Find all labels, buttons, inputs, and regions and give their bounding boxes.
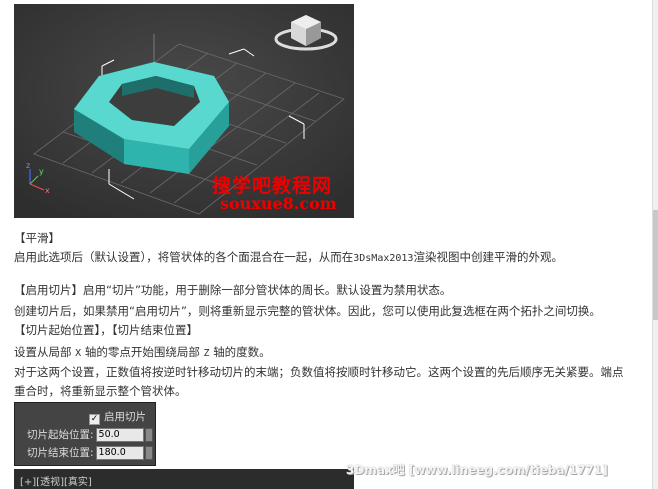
slice-to-label: 切片结束位置: [27, 447, 94, 459]
smooth-desc-before: 启用此选项后（默认设置），将管状体的各个面混合在一起，从而在 [14, 250, 354, 264]
slice-parameters-panel: ✓ 启用切片 切片起始位置: 50.0 切片结束位置: 180.0 [14, 402, 156, 466]
line1-after: 轴的度数。 [213, 345, 271, 359]
image-watermark-url: souxue8.com [220, 194, 337, 213]
slice-to-input[interactable]: 180.0 [95, 446, 144, 460]
smooth-heading: 【平滑】 [14, 231, 60, 245]
site-watermark: 3Dmax吧 [www.lineeg.com/tieba/1771] [346, 463, 608, 477]
tube-viewport-image: z x y 搜学吧教程网 souxue8.com [14, 4, 354, 218]
slice-from-to-line-1: 设置从局部 X 轴的零点开始围绕局部 Z 轴的度数。 [14, 343, 271, 363]
smooth-desc-after: 渲染视图中创建平滑的外观。 [413, 250, 563, 264]
product-name: 3DsMax2013 [353, 253, 414, 264]
line1-mid: 轴的零点开始围绕局部 [84, 345, 200, 359]
slice-to-spinner[interactable] [144, 446, 153, 460]
slice-to-row: 切片结束位置: 180.0 [27, 445, 153, 460]
slice-on-label: 启用切片 [104, 411, 146, 423]
slice-from-spinner[interactable] [144, 428, 153, 442]
scrollbar[interactable] [653, 0, 658, 489]
slice-on-paragraph-1: 【启用切片】启用“切片”功能，用于删除一部分管状体的周长。默认设置为禁用状态。 [14, 283, 452, 297]
next-viewport-image: [+][透视][真实] [14, 469, 354, 489]
slice-from-label: 切片起始位置: [27, 429, 94, 441]
viewport-label[interactable]: [+][透视][真实] [20, 473, 92, 488]
z-axis-letter: Z [203, 348, 210, 359]
line1-before: 设置从局部 [14, 345, 72, 359]
slice-from-to-heading: 【切片起始位置】，【切片结束位置】 [14, 323, 198, 337]
slice-from-to-line-2: 对于这两个设置，正数值将按逆时针移动切片的末端；负数值将按顺时针移动它。这两个设… [14, 365, 624, 379]
slice-on-paragraph-2: 创建切片后，如果禁用“启用切片”，则将重新显示完整的管状体。因此，您可以使用此复… [14, 304, 601, 318]
slice-from-row: 切片起始位置: 50.0 [27, 427, 153, 442]
svg-text:y: y [39, 167, 44, 176]
slice-on-checkbox[interactable]: ✓ [89, 414, 100, 425]
slice-from-to-line-3: 重合时，将重新显示整个管状体。 [14, 384, 187, 398]
svg-text:z: z [26, 161, 30, 170]
x-axis-letter: X [75, 348, 82, 359]
scrollbar-thumb[interactable] [653, 210, 658, 320]
slice-from-input[interactable]: 50.0 [95, 428, 144, 442]
smooth-description: 启用此选项后（默认设置），将管状体的各个面混合在一起，从而在3DsMax2013… [14, 248, 563, 268]
svg-text:x: x [45, 186, 50, 195]
slice-on-checkbox-row[interactable]: ✓ 启用切片 [89, 409, 146, 425]
